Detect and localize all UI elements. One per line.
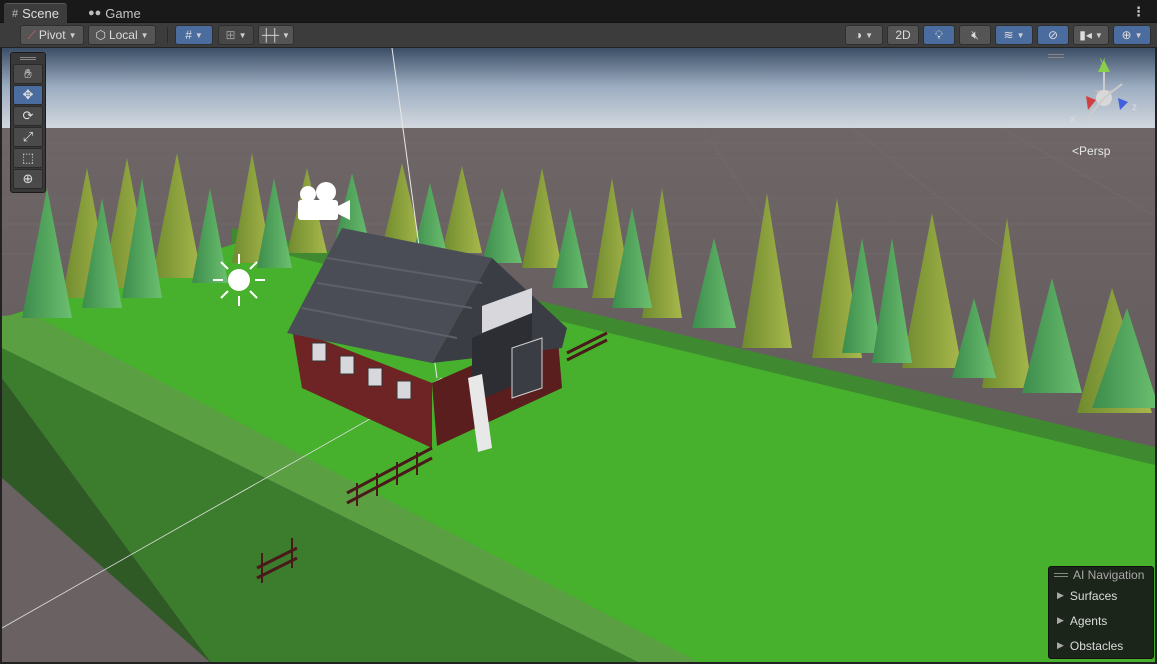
overlay-item-agents[interactable]: ▶ Agents (1049, 608, 1153, 633)
palette-grip[interactable] (11, 53, 45, 63)
overlay-item-label: Surfaces (1069, 588, 1118, 603)
tab-game-label: Game (105, 5, 141, 21)
chevron-left-icon: < (1072, 144, 1080, 158)
scene-toolbar: ⟋ Pivot ▼ ⬡ Local ▼ # ▼ ⊞ ▼ ┼┼ ▼ ◑ ▼ 2D … (0, 23, 1157, 48)
draw-mode-dropdown[interactable]: ◑ ▼ (845, 25, 883, 45)
rect-tool-icon[interactable]: ⬚ (13, 148, 43, 168)
tab-bar: # Scene ●● Game ⋮ (0, 0, 1157, 23)
mode-2d-label: 2D (895, 28, 911, 42)
scene-viewport[interactable]: ✋︎ ✥ ⟳ ⤢ ⬚ ⊕ y x z <Persp AI Navigation … (0, 48, 1157, 664)
mode-2d-toggle[interactable]: 2D (887, 25, 919, 45)
tab-menu-icon[interactable]: ⋮ (1132, 4, 1145, 20)
camera-settings-dropdown[interactable]: ▮◂ ▼ (1073, 25, 1109, 45)
pivot-icon: ⟋ (27, 27, 36, 42)
gizmo-axis-z: z (1132, 102, 1137, 113)
chevron-down-icon: ▼ (140, 30, 149, 40)
pivot-dropdown[interactable]: ⟋ Pivot ▼ (20, 25, 84, 45)
chevron-down-icon: ▼ (865, 30, 874, 40)
triangle-right-icon: ▶ (1057, 640, 1064, 650)
transform-tool-icon[interactable]: ⊕ (13, 169, 43, 189)
audio-toggle[interactable]: 🔇︎ (959, 25, 991, 45)
chevron-down-icon: ▼ (194, 30, 203, 40)
triangle-right-icon: ▶ (1057, 590, 1064, 600)
video-camera-icon: ▮◂ (1079, 28, 1092, 42)
move-tool-icon[interactable]: ✥ (13, 85, 43, 105)
layers-icon: ≋ (1003, 28, 1014, 42)
projection-label: Persp (1079, 144, 1111, 158)
gizmos-dropdown[interactable]: ⊕ ▼ (1113, 25, 1151, 45)
overlay-title: AI Navigation (1073, 568, 1145, 582)
gamepad-icon: ●● (88, 7, 102, 19)
gizmo-axis-x: x (1070, 114, 1075, 125)
chevron-down-icon: ▼ (238, 30, 247, 40)
lighting-toggle[interactable]: 💡︎ (923, 25, 955, 45)
tool-palette: ✋︎ ✥ ⟳ ⤢ ⬚ ⊕ (10, 52, 46, 193)
overlay-item-label: Agents (1069, 613, 1108, 628)
tab-game[interactable]: ●● Game (80, 3, 149, 23)
grid-snapping-toggle[interactable]: # ▼ (175, 25, 213, 45)
speaker-muted-icon: 🔇︎ (971, 27, 979, 42)
chevron-down-icon: ▼ (1134, 30, 1143, 40)
chevron-down-icon: ▼ (1094, 30, 1103, 40)
local-label: Local (108, 28, 138, 42)
ai-navigation-overlay: AI Navigation ▶ Surfaces ▶ Agents ▶ Obst… (1048, 566, 1154, 659)
overlay-item-label: Obstacles (1069, 638, 1124, 653)
shading-sphere-icon: ◑ (854, 28, 863, 42)
tab-scene-label: Scene (22, 6, 59, 21)
pivot-label: Pivot (38, 28, 66, 42)
increment-snap-toggle[interactable]: ⊞ ▼ (218, 25, 254, 45)
projection-toggle[interactable]: <Persp (1072, 144, 1110, 158)
grip-icon (1054, 573, 1068, 577)
overlay-header[interactable]: AI Navigation (1049, 567, 1153, 583)
chevron-down-icon: ▼ (68, 30, 77, 40)
chevron-down-icon: ▼ (1016, 30, 1025, 40)
effects-dropdown[interactable]: ≋ ▼ (995, 25, 1033, 45)
divider (167, 27, 168, 43)
gizmo-axis-y: y (1100, 58, 1105, 67)
local-dropdown[interactable]: ⬡ Local ▼ (88, 25, 156, 45)
sky (2, 48, 1155, 133)
overlay-item-obstacles[interactable]: ▶ Obstacles (1049, 633, 1153, 658)
lightbulb-icon: 💡︎ (934, 27, 944, 42)
ruler-icon: ┼┼ (262, 28, 280, 42)
rotate-tool-icon[interactable]: ⟳ (13, 106, 43, 126)
scale-tool-icon[interactable]: ⤢ (13, 127, 43, 147)
globe-icon: ⊕ (1121, 28, 1132, 42)
grid-icon: # (12, 7, 19, 20)
snap-increment-icon: ⊞ (225, 28, 236, 42)
orientation-gizmo[interactable]: y x z (1064, 58, 1144, 138)
scene-render (2, 48, 1155, 662)
grid-snap-icon: # (185, 28, 192, 42)
cube-icon: ⬡ (95, 28, 106, 42)
triangle-right-icon: ▶ (1057, 615, 1064, 625)
hand-tool-icon[interactable]: ✋︎ (13, 64, 43, 84)
overlay-item-surfaces[interactable]: ▶ Surfaces (1049, 583, 1153, 608)
tab-scene[interactable]: # Scene (4, 3, 67, 23)
snap-settings-dropdown[interactable]: ┼┼ ▼ (258, 25, 294, 45)
chevron-down-icon: ▼ (282, 30, 290, 40)
eye-slash-icon: ⊘ (1047, 28, 1059, 42)
gizmo-grip[interactable] (1048, 54, 1064, 58)
hidden-objects-toggle[interactable]: ⊘ (1037, 25, 1069, 45)
